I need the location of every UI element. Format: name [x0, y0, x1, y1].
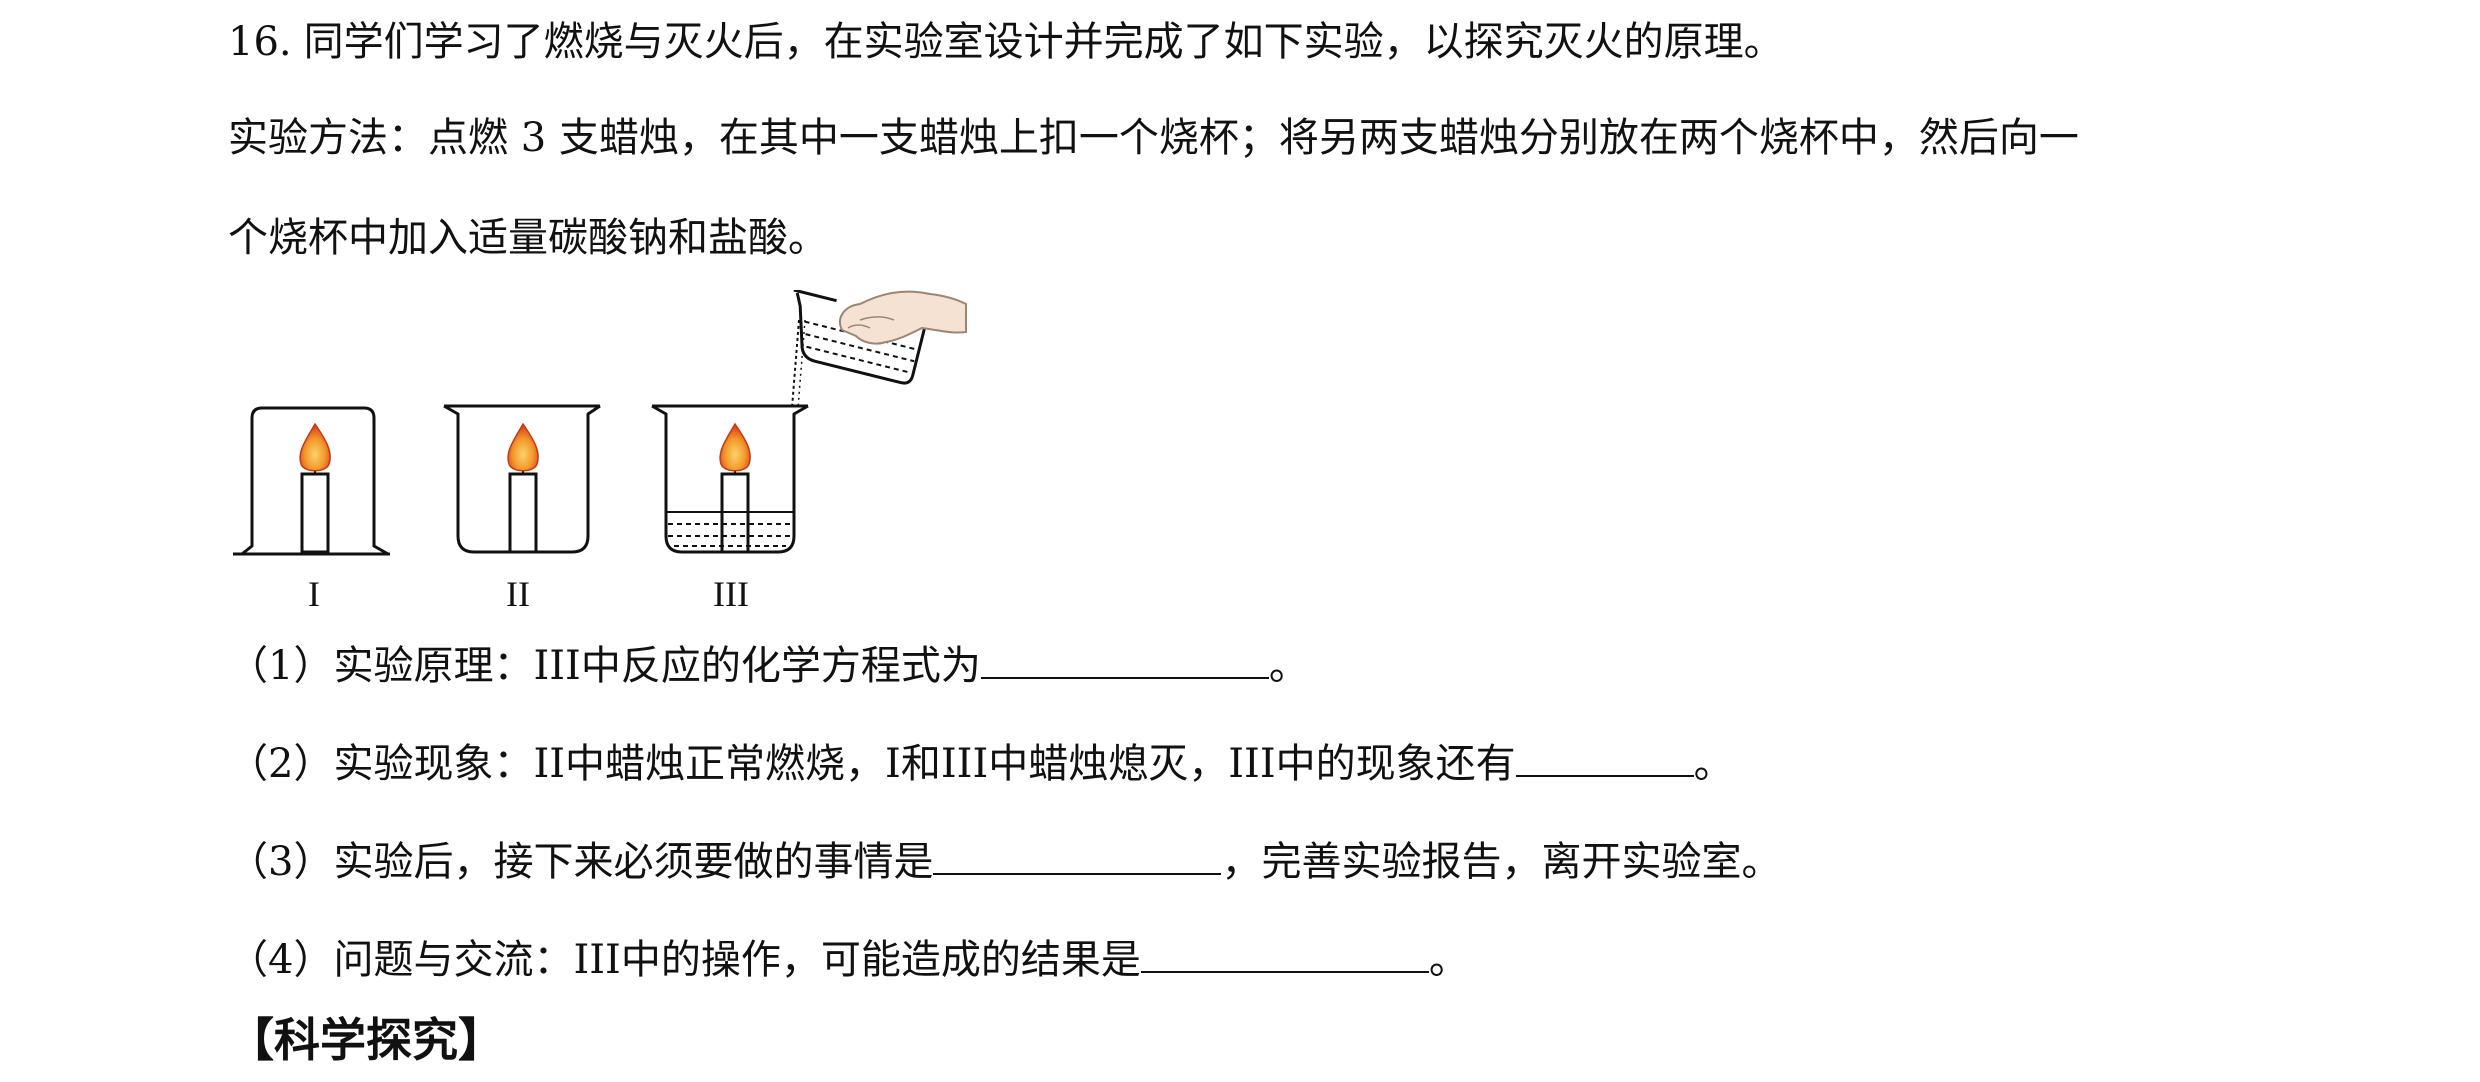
section-heading: 【科学探究】 [228, 1013, 504, 1067]
subquestion-3-text: （3）实验后，接下来必须要做的事情是 [228, 839, 934, 885]
figure-label-III: III [713, 574, 749, 614]
flame-III [719, 422, 751, 472]
answer-blank-3[interactable] [933, 837, 1222, 875]
pour-stream [791, 319, 800, 409]
subquestion-1-text: （1）实验原理：III中反应的化学方程式为 [228, 643, 981, 689]
subquestion-3: （3）实验后，接下来必须要做的事情是 ，完善实验报告，离开实验室。 [228, 836, 1781, 888]
question-intro: 同学们学习了燃烧与灭火后，在实验室设计并完成了如下实验，以探究灭火的原理。 [303, 19, 1784, 65]
method-line-2: 个烧杯中加入适量碳酸钠和盐酸。 [228, 215, 828, 261]
candle-III [720, 467, 750, 554]
flame-II [507, 422, 539, 472]
answer-blank-4[interactable] [1140, 935, 1429, 973]
figure-label-I: I [308, 574, 320, 614]
subquestion-3-end: ，完善实验报告，离开实验室。 [1221, 839, 1782, 885]
subquestion-4: （4）问题与交流：III中的操作，可能造成的结果是 。 [228, 934, 1469, 986]
subquestion-2-end: 。 [1693, 741, 1734, 787]
subquestion-2-text: （2）实验现象：II中蜡烛正常燃烧，I和III中蜡烛熄灭，III中的现象还有 [228, 741, 1516, 787]
subquestion-1: （1）实验原理：III中反应的化学方程式为 。 [228, 640, 1309, 692]
figure-label-II: II [506, 574, 530, 614]
liquid-III [668, 511, 792, 547]
method-line-1: 实验方法：点燃 3 支蜡烛，在其中一支蜡烛上扣一个烧杯；将另两支蜡烛分别放在两个… [228, 115, 2079, 161]
experiment-diagram [233, 288, 967, 556]
subquestion-4-text: （4）问题与交流：III中的操作，可能造成的结果是 [228, 937, 1141, 983]
answer-blank-2[interactable] [1515, 739, 1694, 777]
subquestion-2: （2）实验现象：II中蜡烛正常燃烧，I和III中蜡烛熄灭，III中的现象还有 。 [228, 738, 1734, 790]
experiment-figure: I II III [230, 288, 970, 614]
question-intro-line: 16. 同学们学习了燃烧与灭火后，在实验室设计并完成了如下实验，以探究灭火的原理。 [228, 16, 1784, 68]
hand-illustration [839, 290, 967, 345]
subquestion-1-end: 。 [1268, 643, 1309, 689]
candle-II [508, 467, 538, 554]
flame-I [299, 422, 331, 472]
answer-blank-1[interactable] [980, 641, 1269, 679]
subquestion-4-end: 。 [1428, 937, 1469, 983]
candle-I [300, 467, 330, 554]
question-number: 16. [228, 19, 292, 65]
beaker-III [651, 404, 809, 554]
